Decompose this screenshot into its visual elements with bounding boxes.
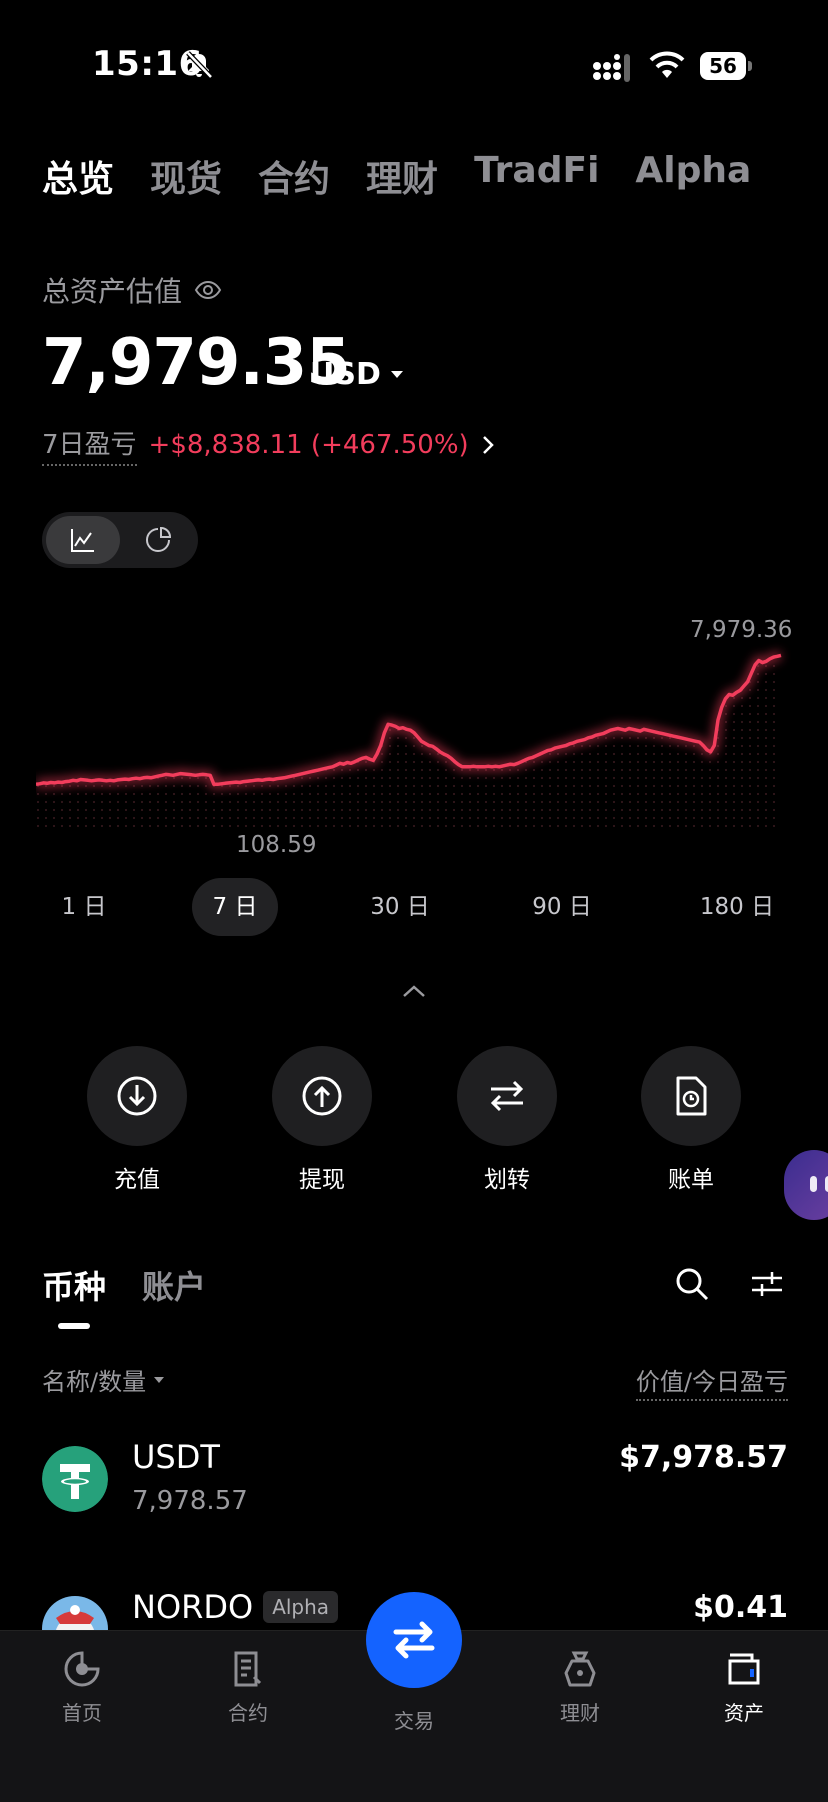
transfer-button[interactable]: 划转 [457,1046,557,1194]
pnl-value: +$8,838.11 (+467.50%) [148,430,469,460]
tab-earn[interactable]: 理财 [366,150,438,202]
nav-futures-label: 合约 [228,1701,268,1725]
deposit-circle [87,1046,187,1146]
upload-icon [302,1076,342,1116]
assistant-float-button[interactable] [784,1150,828,1220]
asset-amount-usdt: 7,978.57 [132,1486,248,1516]
chart-area-fill [36,655,781,832]
range-selector: 1 日 7 日 30 日 90 日 180 日 [42,878,792,936]
bills-label: 账单 [668,1167,714,1193]
wallet-icon [728,1653,760,1685]
asset-name-nordo-row: NORDO Alpha [132,1588,339,1626]
bot-eye-left [810,1176,817,1192]
tab-spot[interactable]: 现货 [150,150,222,202]
transfer-arrows-icon [490,1080,524,1112]
tab-futures[interactable]: 合约 [258,150,330,202]
home-icon [64,1651,100,1687]
range-7d[interactable]: 7 日 [192,878,278,936]
transfer-circle [457,1046,557,1146]
withdraw-circle [272,1046,372,1146]
tab-alpha[interactable]: Alpha [635,150,751,202]
tab-accounts[interactable]: 账户 [142,1262,206,1308]
asset-tabs: 币种 账户 [42,1262,206,1308]
download-icon [117,1076,157,1116]
asset-name-usdt: USDT [132,1438,220,1476]
deposit-button[interactable]: 充值 [87,1046,187,1194]
col-right-label[interactable]: 价值/今日盈亏 [635,1362,788,1401]
pnl-label: 7日盈亏 [42,424,137,466]
range-90d[interactable]: 90 日 [512,878,612,936]
sort-name-amount[interactable]: 名称/数量 [42,1362,165,1397]
usdt-logo-icon [42,1446,108,1512]
swap-arrows-icon [393,1621,435,1659]
battery-level: 56 [709,54,737,78]
asset-name-nordo: NORDO [132,1588,254,1626]
tab-overview[interactable]: 总览 [42,150,114,202]
battery-icon: 56 [700,52,754,82]
currency-selector[interactable]: USD [310,357,403,392]
nav-assets[interactable]: 资产 [694,1649,794,1726]
nav-assets-label: 资产 [724,1701,764,1725]
chevron-up-icon[interactable] [400,982,428,1000]
range-180d[interactable]: 180 日 [682,878,792,936]
nav-home[interactable]: 首页 [32,1649,132,1726]
active-tab-indicator [58,1323,90,1329]
trade-button[interactable] [366,1592,462,1688]
withdraw-label: 提现 [299,1167,345,1193]
wifi-icon [649,51,685,78]
nav-home-label: 首页 [62,1701,102,1725]
bill-clock-icon [676,1076,707,1116]
bell-muted-icon [186,51,213,79]
total-asset-value: 7,979.35 [42,326,351,400]
eye-icon[interactable] [194,279,222,301]
nav-earn-label: 理财 [560,1701,600,1725]
withdraw-button[interactable]: 提现 [272,1046,372,1194]
transfer-label: 划转 [484,1167,530,1193]
tab-tradfi[interactable]: TradFi [474,150,599,202]
line-chart-icon[interactable] [69,526,97,554]
range-1d[interactable]: 1 日 [42,878,126,936]
asset-line-chart [36,651,783,832]
pnl-row[interactable]: 7日盈亏 +$8,838.11 (+467.50%) [42,424,495,466]
top-tabs: 总览 现货 合约 理财 TradFi Alpha [42,150,787,202]
alpha-badge: Alpha [263,1591,339,1623]
bills-button[interactable]: 账单 [641,1046,741,1194]
filter-icon[interactable] [750,1268,784,1300]
chart-type-toggle [42,512,198,568]
tab-coins[interactable]: 币种 [42,1262,106,1308]
futures-doc-icon [234,1651,262,1687]
bills-circle [641,1046,741,1146]
asset-value-usdt: $7,978.57 [619,1440,788,1475]
nav-trade-label: 交易 [394,1709,434,1733]
chevron-right-icon [482,436,494,454]
chart-low-label: 108.59 [236,832,317,858]
range-30d[interactable]: 30 日 [350,878,450,936]
total-asset-label: 总资产估值 [42,270,222,310]
signal-icon [593,54,630,82]
col-left-label: 名称/数量 [42,1368,147,1396]
asset-value-nordo: $0.41 [693,1590,788,1625]
total-asset-label-text: 总资产估值 [42,275,183,308]
earn-bag-icon [564,1651,596,1687]
deposit-label: 充值 [114,1167,160,1193]
sort-caret-icon [154,1376,165,1383]
pie-chart-icon[interactable] [144,526,172,554]
caret-down-icon [390,371,403,378]
nav-earn[interactable]: 理财 [530,1649,630,1726]
currency-unit: USD [310,357,381,392]
search-icon[interactable] [674,1266,710,1302]
nav-futures[interactable]: 合约 [198,1649,298,1726]
